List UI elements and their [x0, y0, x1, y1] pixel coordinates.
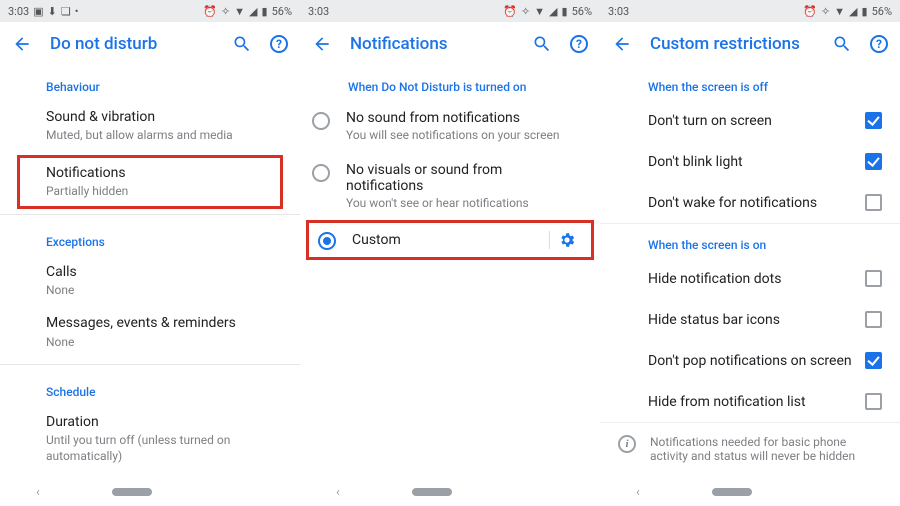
nav-bar: ‹: [600, 478, 900, 506]
section-dnd-on: When Do Not Disturb is turned on: [300, 66, 600, 100]
radio-icon[interactable]: [312, 112, 330, 130]
wifi-icon: ▼: [234, 6, 245, 17]
row-notifications[interactable]: Notifications Partially hidden: [18, 156, 282, 208]
checkbox[interactable]: [865, 352, 882, 369]
alarm-icon: ⏰: [203, 6, 217, 17]
section-screen-on: When the screen is on: [600, 224, 900, 258]
help-icon[interactable]: ?: [870, 35, 888, 53]
status-notif-icon: ▣: [33, 6, 43, 17]
section-exceptions: Exceptions: [0, 221, 300, 255]
checkbox[interactable]: [865, 194, 882, 211]
info-row: i Notifications needed for basic phone a…: [600, 423, 900, 475]
status-bar: 3:03 ▣ ⬇ ❏ • ⏰ ✧ ▼ ◢ ▮ 56%: [0, 0, 300, 22]
vibrate-icon: ✧: [221, 6, 230, 17]
pane-do-not-disturb: 3:03 ▣ ⬇ ❏ • ⏰ ✧ ▼ ◢ ▮ 56% Do not distur…: [0, 0, 300, 506]
status-dot-icon: •: [75, 6, 79, 17]
app-bar: Notifications ?: [300, 22, 600, 66]
page-title: Notifications: [350, 34, 514, 54]
checkbox[interactable]: [865, 270, 882, 287]
row-hide-statusbar[interactable]: Hide status bar icons: [600, 299, 900, 340]
signal-icon: ◢: [249, 6, 257, 17]
help-icon[interactable]: ?: [570, 35, 588, 53]
page-title: Do not disturb: [50, 34, 214, 54]
row-hide-dots[interactable]: Hide notification dots: [600, 258, 900, 299]
alarm-icon: ⏰: [803, 6, 817, 17]
status-time: 3:03: [308, 5, 329, 18]
battery-pct: 56%: [872, 5, 892, 18]
nav-home-pill[interactable]: [712, 488, 752, 496]
wifi-icon: ▼: [834, 6, 845, 17]
search-icon[interactable]: [832, 34, 852, 54]
status-bar: 3:03 ⏰ ✧ ▼ ◢ ▮ 56%: [300, 0, 600, 22]
radio-no-sound[interactable]: No sound from notifications You will see…: [300, 100, 600, 152]
help-icon[interactable]: ?: [270, 35, 288, 53]
back-icon[interactable]: [312, 34, 332, 54]
row-dont-wake[interactable]: Don't wake for notifications: [600, 182, 900, 223]
page-title: Custom restrictions: [650, 34, 814, 54]
divider: [0, 214, 300, 215]
search-icon[interactable]: [532, 34, 552, 54]
section-screen-off: When the screen is off: [600, 66, 900, 100]
battery-pct: 56%: [272, 5, 292, 18]
vibrate-icon: ✧: [521, 6, 530, 17]
row-dont-pop[interactable]: Don't pop notifications on screen: [600, 340, 900, 381]
battery-pct: 56%: [572, 5, 592, 18]
nav-home-pill[interactable]: [112, 488, 152, 496]
vibrate-icon: ✧: [821, 6, 830, 17]
row-hide-from-list[interactable]: Hide from notification list: [600, 381, 900, 422]
back-icon[interactable]: [612, 34, 632, 54]
back-icon[interactable]: [12, 34, 32, 54]
nav-bar: ‹: [300, 478, 600, 506]
wifi-icon: ▼: [534, 6, 545, 17]
gear-icon[interactable]: [549, 231, 576, 249]
battery-icon: ▮: [562, 6, 568, 17]
info-text: Notifications needed for basic phone act…: [650, 435, 882, 463]
status-bar: 3:03 ⏰ ✧ ▼ ◢ ▮ 56%: [600, 0, 900, 22]
app-bar: Do not disturb ?: [0, 22, 300, 66]
app-bar: Custom restrictions ?: [600, 22, 900, 66]
checkbox[interactable]: [865, 153, 882, 170]
status-sd-icon: ❏: [61, 6, 71, 17]
radio-icon[interactable]: [312, 164, 330, 182]
row-sound-vibration[interactable]: Sound & vibration Muted, but allow alarm…: [0, 100, 300, 152]
signal-icon: ◢: [849, 6, 857, 17]
alarm-icon: ⏰: [503, 6, 517, 17]
search-icon[interactable]: [232, 34, 252, 54]
signal-icon: ◢: [549, 6, 557, 17]
nav-back-icon[interactable]: ‹: [36, 485, 40, 500]
pane-notifications: 3:03 ⏰ ✧ ▼ ◢ ▮ 56% Notifications ? When …: [300, 0, 600, 506]
nav-back-icon[interactable]: ‹: [336, 485, 340, 500]
section-schedule: Schedule: [0, 371, 300, 405]
nav-bar: ‹: [0, 478, 300, 506]
nav-home-pill[interactable]: [412, 488, 452, 496]
nav-back-icon[interactable]: ‹: [636, 485, 640, 500]
row-calls[interactable]: Calls None: [0, 255, 300, 307]
radio-no-visuals[interactable]: No visuals or sound from notifications Y…: [300, 152, 600, 220]
checkbox[interactable]: [865, 112, 882, 129]
battery-icon: ▮: [862, 6, 868, 17]
checkbox[interactable]: [865, 311, 882, 328]
section-behaviour: Behaviour: [0, 66, 300, 100]
pane-custom-restrictions: 3:03 ⏰ ✧ ▼ ◢ ▮ 56% Custom restrictions ?…: [600, 0, 900, 506]
battery-icon: ▮: [262, 6, 268, 17]
radio-icon[interactable]: [318, 232, 336, 250]
status-time: 3:03: [608, 5, 629, 18]
row-dont-blink-light[interactable]: Don't blink light: [600, 141, 900, 182]
divider: [0, 364, 300, 365]
status-download-icon: ⬇: [48, 6, 57, 17]
row-duration[interactable]: Duration Until you turn off (unless turn…: [0, 405, 300, 472]
row-dont-turn-on-screen[interactable]: Don't turn on screen: [600, 100, 900, 141]
checkbox[interactable]: [865, 393, 882, 410]
radio-custom[interactable]: Custom: [306, 220, 594, 260]
row-messages[interactable]: Messages, events & reminders None: [0, 306, 300, 358]
status-time: 3:03: [8, 5, 29, 18]
info-icon: i: [618, 435, 636, 453]
